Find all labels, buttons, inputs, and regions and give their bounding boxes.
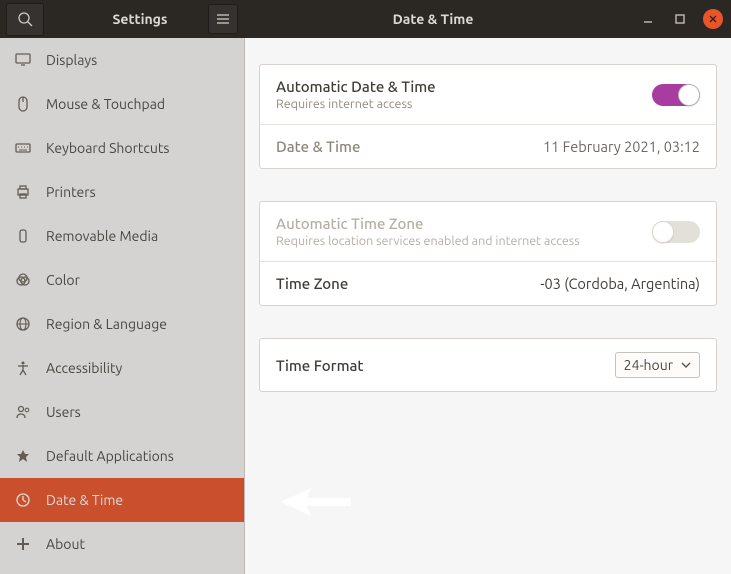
usb-icon [15,228,31,244]
sidebar-item-label: Users [46,404,81,420]
sidebar: Displays Mouse & Touchpad Keyboard Shortcu… [0,38,245,574]
automatic-date-time-toggle[interactable] [652,84,700,106]
automatic-date-time-title: Automatic Date & Time [276,78,652,95]
automatic-date-time-sub: Requires internet access [276,97,652,111]
sidebar-item-label: Removable Media [46,228,158,244]
toggle-knob [678,84,700,106]
sidebar-item-label: Accessibility [46,360,122,376]
plus-icon-wrap [14,536,32,552]
sidebar-item-label: Displays [46,52,97,68]
close-button[interactable] [703,9,723,29]
row-title-col: Automatic Date & Time Requires internet … [276,78,652,111]
users-icon [15,404,31,420]
maximize-button[interactable] [671,10,689,28]
mouse-icon [15,96,31,112]
clock-icon [15,492,31,508]
minimize-icon [642,13,654,25]
sidebar-item-accessibility[interactable]: Accessibility [0,346,244,390]
time-format-combo[interactable]: 24-hour [615,352,700,378]
automatic-time-zone-row: Automatic Time Zone Requires location se… [260,202,716,262]
sidebar-item-label: Default Applications [46,448,174,464]
maximize-icon [674,13,686,25]
search-button[interactable] [6,3,44,36]
minimize-button[interactable] [639,10,657,28]
datetime-group: Automatic Date & Time Requires internet … [259,64,717,169]
hamburger-icon [216,13,230,25]
toggle-knob [652,221,674,243]
globe-icon [15,316,31,332]
accessibility-icon-wrap [14,360,32,376]
color-icon [15,272,31,288]
row-title-col: Time Zone [276,275,540,292]
date-time-title: Date & Time [276,138,543,155]
sidebar-item-printers[interactable]: Printers [0,170,244,214]
timezone-group: Automatic Time Zone Requires location se… [259,201,717,306]
row-title-col: Time Format [276,357,615,374]
sidebar-item-removable-media[interactable]: Removable Media [0,214,244,258]
star-icon-wrap [14,448,32,464]
globe-icon-wrap [14,316,32,332]
row-title-col: Automatic Time Zone Requires location se… [276,215,652,248]
sidebar-item-default-applications[interactable]: Default Applications [0,434,244,478]
mouse-icon-wrap [14,96,32,112]
app-title: Settings [60,11,220,27]
keyboard-icon-wrap [14,140,32,156]
sidebar-item-date-time[interactable]: Date & Time [0,478,244,522]
title-bar: Settings Date & Time [0,0,731,38]
color-icon-wrap [14,272,32,288]
panel-title: Date & Time [245,11,621,27]
plus-icon [15,536,31,552]
menu-button[interactable] [208,4,238,34]
time-zone-value: -03 (Cordoba, Argentina) [540,275,700,292]
window-controls [639,0,723,38]
sidebar-item-users[interactable]: Users [0,390,244,434]
printer-icon [15,184,31,200]
sidebar-item-region-language[interactable]: Region & Language [0,302,244,346]
time-format-title: Time Format [276,357,615,374]
sidebar-item-about[interactable]: About [0,522,244,566]
date-time-row[interactable]: Date & Time 11 February 2021, 03:12 [260,125,716,168]
star-icon [15,448,31,464]
sidebar-item-label: Color [46,272,80,288]
automatic-time-zone-toggle [652,221,700,243]
automatic-time-zone-sub: Requires location services enabled and i… [276,234,652,248]
sidebar-item-mouse-touchpad[interactable]: Mouse & Touchpad [0,82,244,126]
clock-icon-wrap [14,492,32,508]
time-zone-row[interactable]: Time Zone -03 (Cordoba, Argentina) [260,262,716,305]
time-format-value: 24-hour [624,357,673,373]
time-format-group: Time Format 24-hour [259,338,717,392]
close-icon [707,13,719,25]
content-area: Automatic Date & Time Requires internet … [245,38,731,574]
sidebar-item-label: Date & Time [46,492,123,508]
time-zone-title: Time Zone [276,275,540,292]
keyboard-icon [15,140,31,156]
monitor-icon-wrap [14,52,32,68]
automatic-time-zone-title: Automatic Time Zone [276,215,652,232]
sidebar-item-label: Mouse & Touchpad [46,96,165,112]
sidebar-item-label: Printers [46,184,96,200]
chevron-down-icon [681,362,691,368]
sidebar-item-keyboard-shortcuts[interactable]: Keyboard Shortcuts [0,126,244,170]
sidebar-item-label: About [46,536,85,552]
usb-icon-wrap [14,228,32,244]
row-title-col: Date & Time [276,138,543,155]
search-icon [18,12,33,27]
automatic-date-time-row: Automatic Date & Time Requires internet … [260,65,716,125]
sidebar-item-displays[interactable]: Displays [0,38,244,82]
sidebar-item-label: Region & Language [46,316,167,332]
sidebar-item-label: Keyboard Shortcuts [46,140,169,156]
time-format-row: Time Format 24-hour [260,339,716,391]
monitor-icon [15,52,31,68]
printer-icon-wrap [14,184,32,200]
users-icon-wrap [14,404,32,420]
date-time-value: 11 February 2021, 03:12 [543,138,700,155]
sidebar-item-color[interactable]: Color [0,258,244,302]
accessibility-icon [15,360,31,376]
